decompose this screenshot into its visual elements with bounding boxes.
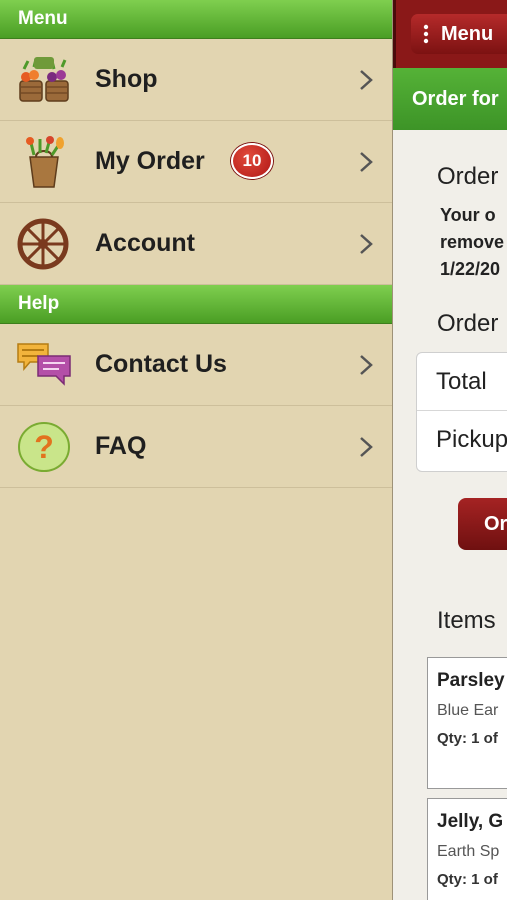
sidebar-item-account[interactable]: Account bbox=[0, 203, 392, 285]
item-qty: Qty: 1 of bbox=[437, 730, 498, 747]
item-card[interactable]: Jelly, G Earth Sp Qty: 1 of bbox=[427, 798, 507, 900]
order-info-line: 1/22/20 bbox=[440, 259, 501, 279]
sidebar-item-contact-us[interactable]: Contact Us bbox=[0, 324, 392, 406]
item-card[interactable]: Parsley Blue Ear Qty: 1 of bbox=[427, 657, 507, 789]
chevron-right-icon bbox=[360, 152, 373, 172]
sidebar-item-label: Shop bbox=[95, 65, 158, 93]
sidebar-item-label: Contact Us bbox=[95, 350, 227, 378]
order-action-button[interactable]: Or bbox=[458, 498, 507, 550]
menu-button-label: Menu bbox=[441, 23, 494, 45]
order-info-line: remove bbox=[440, 232, 505, 252]
sidebar: Menu Shop My Order Account Help Contact … bbox=[0, 0, 393, 900]
order-title-bar: Order for bbox=[393, 68, 507, 130]
svg-text:?: ? bbox=[34, 429, 54, 465]
chevron-right-icon bbox=[360, 437, 373, 457]
chevron-right-icon bbox=[360, 70, 373, 90]
sidebar-item-label: My Order bbox=[95, 147, 205, 175]
chat-bubbles-icon bbox=[17, 343, 71, 386]
summary-row-pickup: Pickup bbox=[436, 426, 507, 453]
produce-baskets-icon bbox=[19, 57, 69, 102]
top-bar: Menu bbox=[393, 0, 507, 68]
order-panel: Menu Order for Order Your o remove 1/22/… bbox=[393, 0, 507, 900]
order-heading: Order bbox=[437, 163, 499, 190]
sidebar-item-shop[interactable]: Shop bbox=[0, 39, 392, 121]
wagon-wheel-icon bbox=[17, 218, 69, 270]
order-info-line: Your o bbox=[440, 205, 496, 225]
item-name: Parsley bbox=[437, 670, 505, 691]
item-qty: Qty: 1 of bbox=[437, 871, 498, 888]
menu-section-header: Menu bbox=[0, 0, 392, 39]
vertical-dots-icon bbox=[423, 24, 429, 44]
order-summary-heading: Order bbox=[437, 310, 499, 337]
summary-row-total: Total bbox=[417, 353, 507, 411]
sidebar-item-label: Account bbox=[95, 229, 195, 257]
menu-button[interactable]: Menu bbox=[411, 14, 507, 54]
question-mark-icon: ? bbox=[18, 422, 70, 472]
order-count-badge: 10 bbox=[231, 143, 273, 179]
items-heading: Items bbox=[437, 607, 496, 634]
help-section-header: Help bbox=[0, 285, 392, 324]
sidebar-item-label: FAQ bbox=[95, 432, 147, 460]
chevron-right-icon bbox=[360, 234, 373, 254]
grocery-bag-icon bbox=[26, 136, 64, 188]
chevron-right-icon bbox=[360, 355, 373, 375]
item-name: Jelly, G bbox=[437, 811, 504, 832]
item-vendor: Blue Ear bbox=[437, 702, 499, 719]
order-summary-table: Total Pickup bbox=[416, 352, 507, 472]
sidebar-item-my-order[interactable]: My Order bbox=[0, 121, 392, 203]
sidebar-item-faq[interactable]: ? FAQ bbox=[0, 406, 392, 488]
item-vendor: Earth Sp bbox=[437, 843, 500, 860]
